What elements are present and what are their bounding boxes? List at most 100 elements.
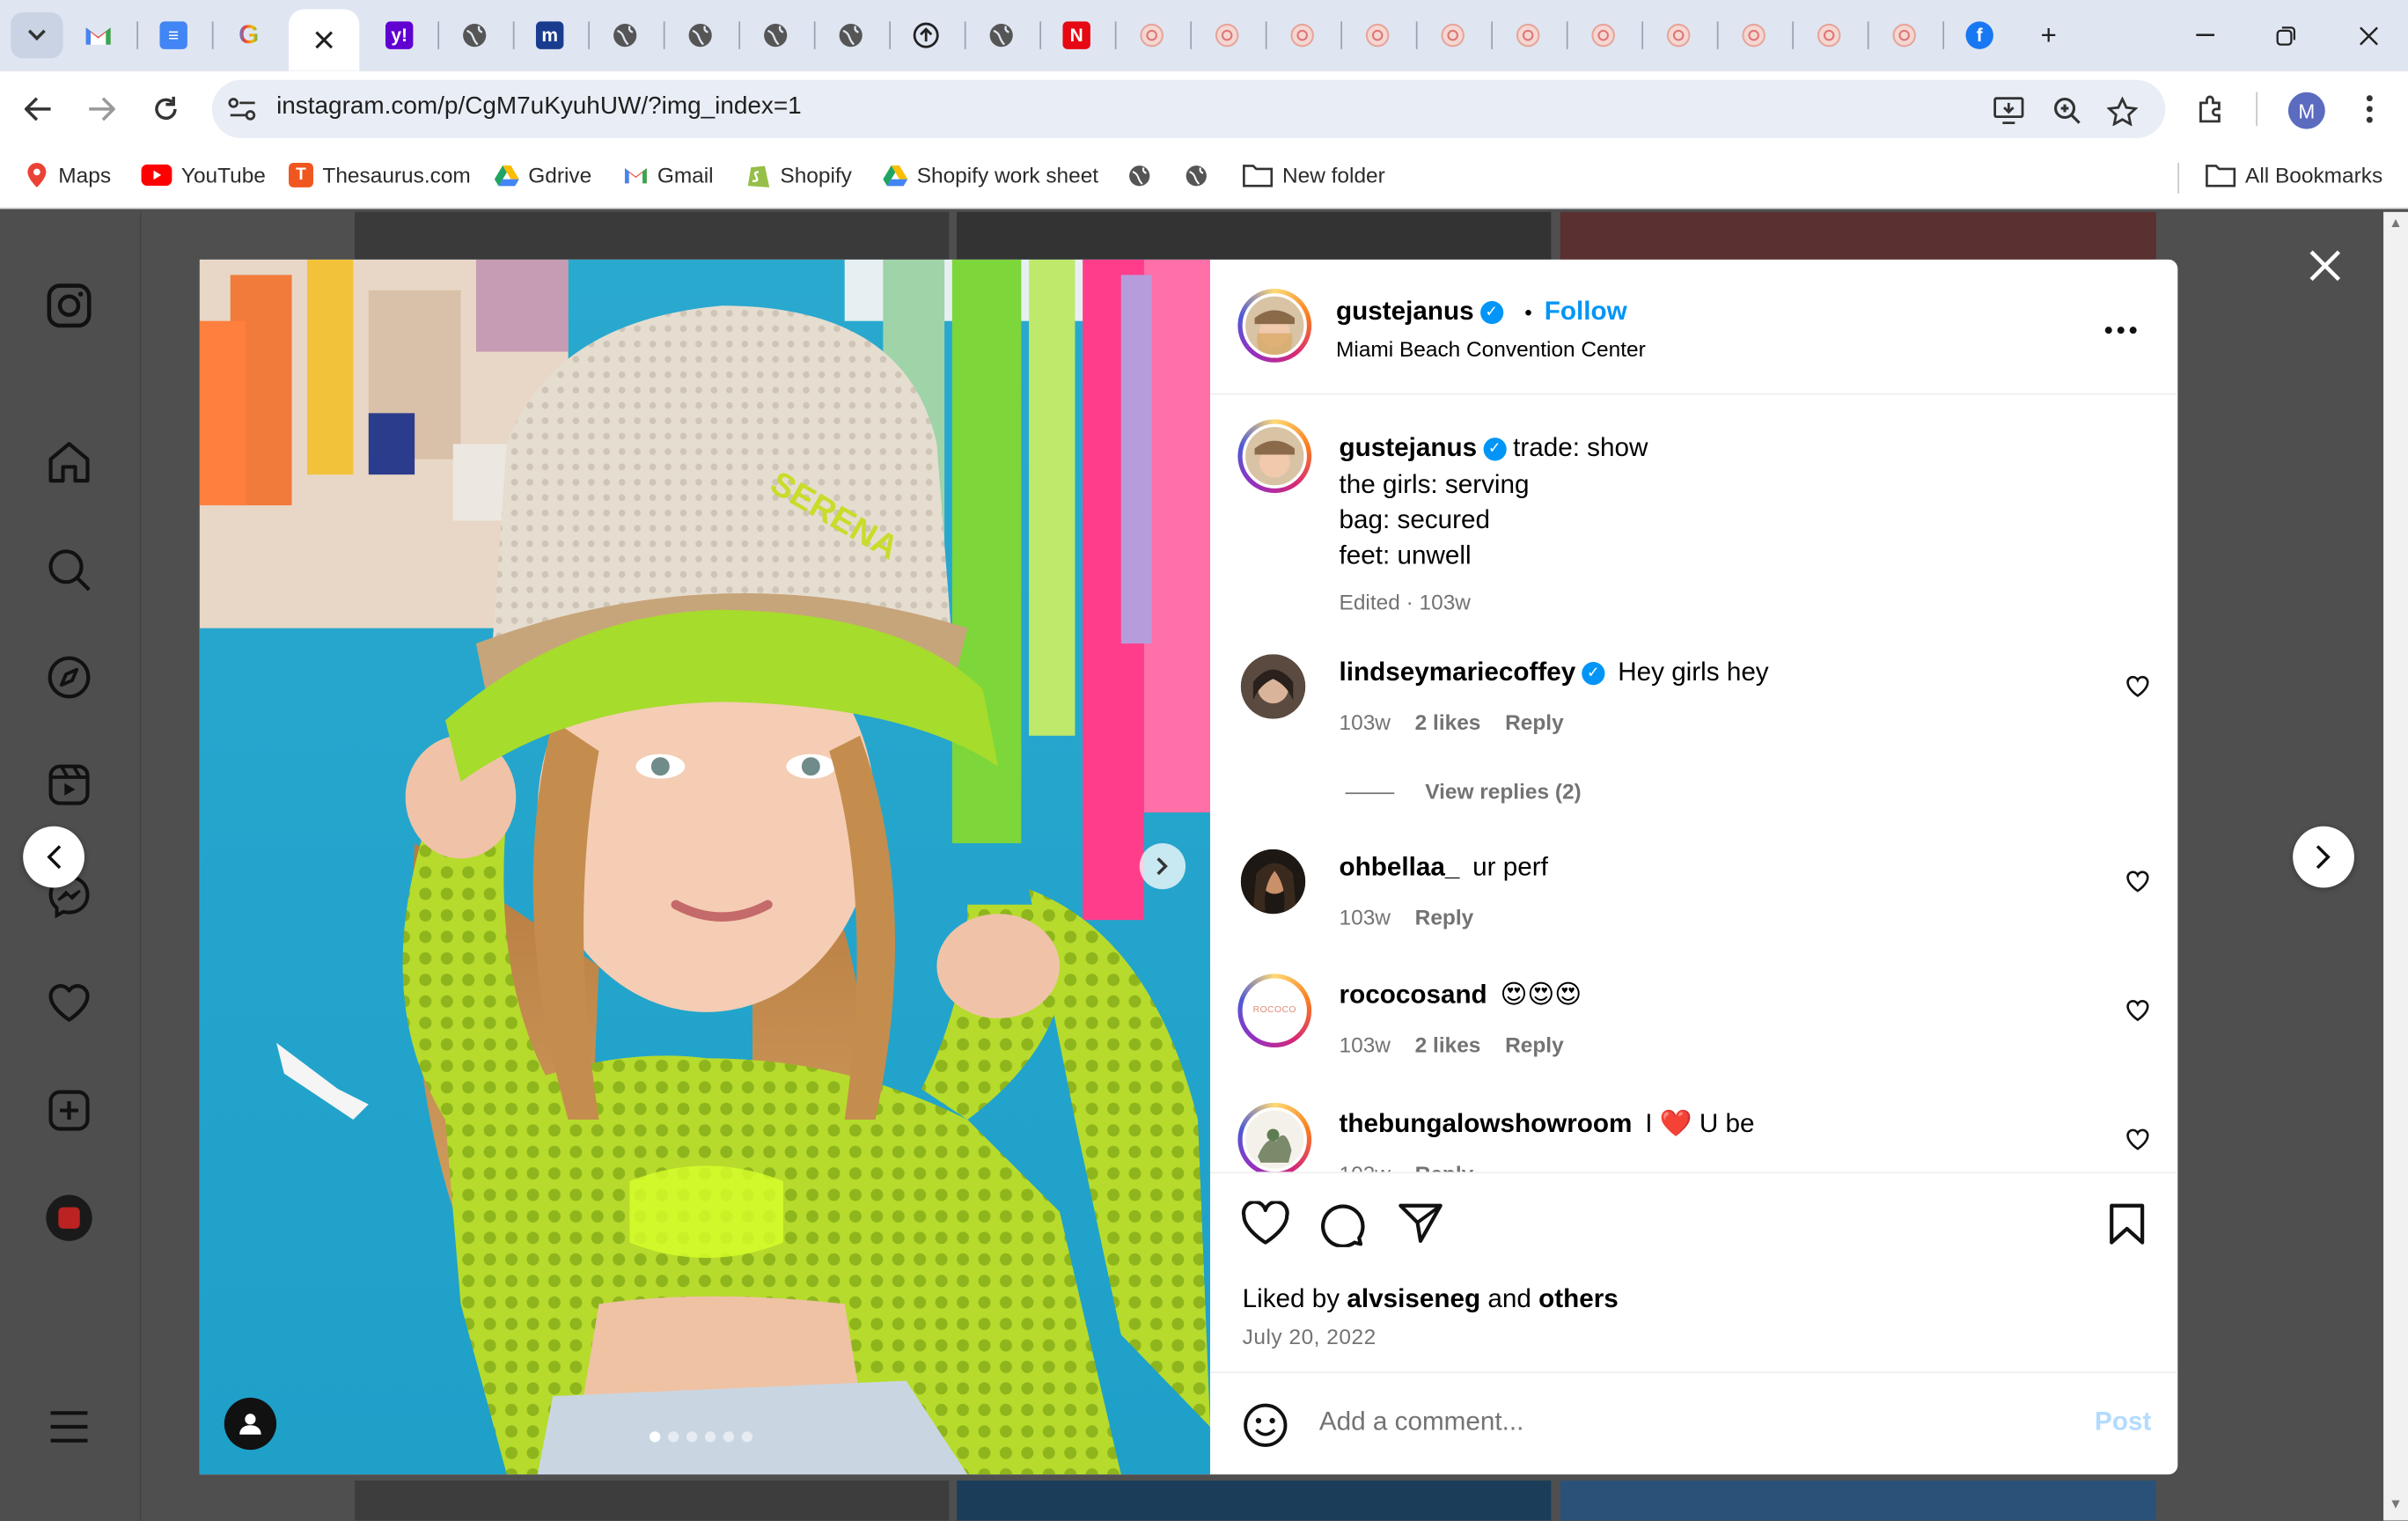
comment-username[interactable]: lindseymariecoffey	[1340, 658, 1576, 687]
comment-bubble-icon[interactable]	[1319, 1201, 1365, 1247]
site-info-icon[interactable]	[227, 95, 258, 130]
share-send-icon[interactable]	[1398, 1201, 1443, 1245]
reply-button[interactable]: Reply	[1505, 1032, 1564, 1057]
post-comment-button[interactable]: Post	[2095, 1407, 2151, 1437]
author-username[interactable]: gustejanus	[1336, 297, 1474, 327]
browser-tab[interactable]	[1723, 12, 1785, 58]
author-avatar[interactable]	[1237, 289, 1312, 363]
like-comment-icon[interactable]	[2125, 1128, 2150, 1152]
profile-avatar[interactable]: M	[2287, 92, 2325, 129]
comment-likes[interactable]: 2 likes	[1415, 1032, 1481, 1057]
comment-input[interactable]: Add a comment...	[1319, 1407, 1523, 1437]
like-comment-icon[interactable]	[2125, 998, 2150, 1023]
commenter-avatar[interactable]	[1237, 1102, 1312, 1172]
tagged-users-button[interactable]	[224, 1397, 277, 1451]
liked-by-others[interactable]: others	[1538, 1284, 1619, 1313]
commenter-avatar[interactable]: ROCOCO	[1237, 974, 1312, 1048]
url-text[interactable]: instagram.com/p/CgM7uKyuhUW/?img_index=1	[276, 93, 802, 121]
caption-username[interactable]: gustejanus	[1340, 433, 1478, 462]
reply-button[interactable]: Reply	[1415, 1161, 1474, 1172]
post-date[interactable]: July 20, 2022	[1243, 1324, 1377, 1348]
reels-icon[interactable]	[43, 759, 95, 811]
home-icon[interactable]	[43, 437, 95, 489]
browser-tab[interactable]	[1121, 12, 1183, 58]
browser-tab[interactable]	[594, 12, 656, 58]
bookmark-gmail[interactable]: Gmail	[623, 163, 714, 187]
commenter-avatar[interactable]	[1240, 654, 1306, 719]
browser-tab[interactable]	[1497, 12, 1559, 58]
browser-tab[interactable]	[971, 12, 1032, 58]
like-comment-icon[interactable]	[2125, 870, 2150, 894]
comment-username[interactable]: ohbellaa_	[1340, 852, 1460, 881]
restore-icon[interactable]	[2255, 12, 2316, 58]
browser-tab[interactable]: y!	[369, 12, 430, 58]
view-replies-button[interactable]: View replies (2)	[1425, 779, 1581, 804]
tab-search-button[interactable]	[6, 11, 68, 59]
next-post-button[interactable]	[2293, 826, 2354, 888]
notifications-heart-icon[interactable]	[43, 977, 95, 1029]
bookmark-shopify-work-sheet[interactable]: Shopify work sheet	[883, 163, 1098, 187]
emoji-icon[interactable]	[1243, 1402, 1288, 1448]
install-app-icon[interactable]	[1990, 92, 2027, 129]
all-bookmarks-button[interactable]: All Bookmarks	[2206, 163, 2382, 187]
browser-tab[interactable]	[1874, 12, 1935, 58]
liked-by-user[interactable]: alvsiseneg	[1347, 1284, 1480, 1313]
bookmark-globe-8[interactable]	[1184, 163, 1208, 187]
address-bar[interactable]: instagram.com/p/CgM7uKyuhUW/?img_index=1	[211, 79, 2166, 139]
like-heart-icon[interactable]	[1241, 1201, 1290, 1247]
browser-tab[interactable]: G	[218, 12, 280, 58]
search-icon[interactable]	[43, 544, 95, 596]
browser-tab[interactable]: m	[519, 12, 581, 58]
follow-button[interactable]: Follow	[1545, 297, 1627, 327]
profile-avatar-icon[interactable]	[43, 1192, 95, 1244]
browser-tab[interactable]	[1272, 12, 1333, 58]
comment-username[interactable]: thebungalowshowroom	[1340, 1109, 1633, 1138]
reload-icon[interactable]	[143, 86, 188, 132]
forward-icon[interactable]	[78, 86, 124, 132]
reply-button[interactable]: Reply	[1415, 905, 1474, 930]
bookmark-shopify[interactable]: Shopify	[746, 163, 852, 187]
star-icon[interactable]	[2104, 92, 2141, 129]
save-bookmark-icon[interactable]	[2107, 1201, 2147, 1247]
instagram-logo-icon[interactable]	[43, 280, 95, 332]
browser-tab[interactable]	[289, 9, 360, 71]
previous-post-button[interactable]	[23, 826, 84, 888]
browser-tab[interactable]	[1573, 12, 1634, 58]
bookmark-gdrive[interactable]: Gdrive	[494, 163, 591, 187]
bookmark-maps[interactable]: Maps	[25, 162, 111, 187]
new-tab-button[interactable]: +	[2018, 12, 2080, 58]
scroll-down-icon[interactable]: ▼	[2383, 1496, 2408, 1517]
minimize-icon[interactable]	[2175, 12, 2236, 58]
comment-likes[interactable]: 2 likes	[1415, 709, 1481, 734]
post-location[interactable]: Miami Beach Convention Center	[1336, 336, 1646, 361]
extensions-icon[interactable]	[2188, 86, 2234, 132]
back-icon[interactable]	[15, 86, 61, 132]
comment-username[interactable]: rococosand	[1340, 980, 1487, 1009]
zoom-icon[interactable]	[2049, 92, 2086, 129]
explore-icon[interactable]	[43, 651, 95, 703]
bookmark-youtube[interactable]: YouTube	[141, 163, 266, 187]
browser-tab[interactable]	[670, 12, 731, 58]
menu-kebab-icon[interactable]	[2346, 86, 2392, 132]
reply-button[interactable]: Reply	[1505, 709, 1564, 734]
more-options-icon[interactable]	[2104, 315, 2138, 342]
browser-tab[interactable]	[1798, 12, 1860, 58]
browser-tab[interactable]	[820, 12, 882, 58]
caption-author-avatar[interactable]	[1237, 419, 1312, 494]
browser-tab[interactable]: ≡	[143, 12, 204, 58]
browser-tab[interactable]	[1422, 12, 1484, 58]
browser-tab[interactable]	[1347, 12, 1408, 58]
bookmark-globe-7[interactable]	[1127, 163, 1152, 187]
bookmark-new-folder[interactable]: New folder	[1243, 163, 1385, 187]
browser-tab[interactable]	[1648, 12, 1709, 58]
browser-tab[interactable]	[68, 12, 129, 58]
browser-tab[interactable]	[895, 12, 957, 58]
close-modal-icon[interactable]	[2305, 246, 2345, 285]
page-scrollbar[interactable]: ▲ ▼	[2383, 211, 2408, 1521]
browser-tab[interactable]: N	[1046, 12, 1107, 58]
next-image-button[interactable]	[1139, 842, 1186, 890]
like-comment-icon[interactable]	[2125, 674, 2150, 699]
create-post-icon[interactable]	[43, 1084, 95, 1136]
commenter-avatar[interactable]	[1240, 849, 1306, 915]
browser-tab[interactable]	[444, 12, 505, 58]
